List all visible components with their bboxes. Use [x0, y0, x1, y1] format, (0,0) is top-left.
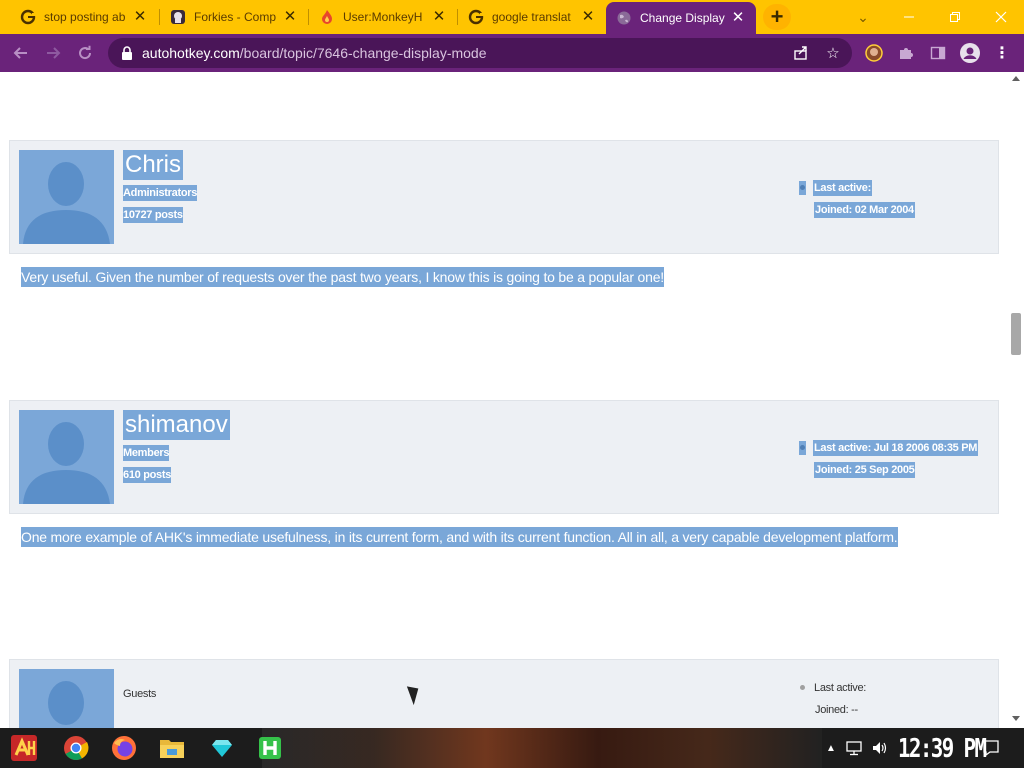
- taskbar-background: [262, 728, 822, 768]
- file-explorer-icon[interactable]: [152, 732, 192, 764]
- back-button[interactable]: [8, 40, 34, 66]
- user-group: Guests: [123, 688, 157, 700]
- close-tab-icon[interactable]: ✕: [132, 9, 148, 25]
- minimize-button[interactable]: [886, 0, 932, 34]
- tab-user-monkey[interactable]: User:MonkeyH ✕: [309, 0, 457, 34]
- tab-search-icon[interactable]: ⌄: [840, 0, 886, 34]
- user-group: Members: [123, 445, 170, 461]
- last-active: Last active:: [814, 682, 867, 694]
- google-icon: [20, 9, 36, 25]
- tab-change-display[interactable]: Change Display ✕: [606, 2, 756, 34]
- address-bar[interactable]: autohotkey.com/board/topic/7646-change-d…: [108, 38, 852, 68]
- bookmark-star-icon[interactable]: ☆: [824, 44, 842, 62]
- url-text: autohotkey.com/board/topic/7646-change-d…: [142, 45, 487, 61]
- new-tab-button[interactable]: +: [763, 4, 791, 30]
- username-link[interactable]: shimanov: [123, 410, 230, 440]
- close-tab-icon[interactable]: ✕: [580, 9, 596, 25]
- tab-title: stop posting ab: [44, 10, 126, 24]
- page-content: Chris Administrators 10727 posts Last ac…: [0, 72, 1008, 728]
- default-avatar[interactable]: [19, 669, 114, 728]
- post-author-card: shimanov Members 610 posts Last active: …: [9, 400, 999, 514]
- windows-taskbar: ▲ 12:39 PM: [0, 728, 1024, 768]
- close-tab-icon[interactable]: ✕: [282, 9, 298, 25]
- network-icon[interactable]: [844, 728, 864, 768]
- scroll-up-icon[interactable]: [1012, 76, 1020, 81]
- post-body-text: Very useful. Given the number of request…: [21, 267, 664, 287]
- restore-button[interactable]: [932, 0, 978, 34]
- url-host: autohotkey.com: [142, 45, 240, 61]
- close-window-button[interactable]: [978, 0, 1024, 34]
- notifications-icon[interactable]: [980, 728, 1002, 768]
- post-count: 10727 posts: [123, 207, 183, 223]
- user-group: Administrators: [123, 185, 198, 201]
- last-active: Last active: Jul 18 2006 08:35 PM: [813, 440, 979, 456]
- google-icon: [468, 9, 484, 25]
- tray-overflow-icon[interactable]: ▲: [824, 728, 838, 768]
- tab-stop-posting[interactable]: stop posting ab ✕: [10, 0, 158, 34]
- joined-date: Joined: --: [815, 704, 858, 716]
- chrome-icon[interactable]: [56, 732, 96, 764]
- gem-icon[interactable]: [202, 732, 242, 764]
- close-tab-icon[interactable]: ✕: [431, 9, 447, 25]
- tab-title: google translat: [492, 10, 571, 24]
- scrollbar-thumb[interactable]: [1011, 313, 1021, 355]
- ahk-icon[interactable]: [4, 732, 44, 764]
- joined-date: Joined: 02 Mar 2004: [814, 202, 915, 218]
- status-dot-icon: [799, 681, 806, 695]
- browser-toolbar: autohotkey.com/board/topic/7646-change-d…: [0, 34, 1024, 72]
- browser-menu-icon[interactable]: ⋮: [992, 43, 1012, 63]
- forward-button[interactable]: [40, 40, 66, 66]
- reload-button[interactable]: [72, 40, 98, 66]
- h-app-icon[interactable]: [250, 732, 290, 764]
- status-dot-icon: [799, 441, 806, 455]
- tab-google-translate[interactable]: google translat ✕: [458, 0, 606, 34]
- side-panel-icon[interactable]: [928, 43, 948, 63]
- globe-icon: [616, 10, 632, 26]
- close-tab-icon[interactable]: ✕: [730, 10, 746, 26]
- status-dot-icon: [799, 181, 806, 195]
- tab-forkies[interactable]: Forkies - Comp ✕: [160, 0, 308, 34]
- post-author-card: Chris Administrators 10727 posts Last ac…: [9, 140, 999, 254]
- volume-icon[interactable]: [870, 728, 890, 768]
- default-avatar[interactable]: [19, 150, 114, 244]
- forkies-icon: [170, 9, 186, 25]
- tab-title: Change Display: [640, 11, 725, 25]
- share-icon[interactable]: [792, 44, 810, 62]
- flame-icon: [319, 9, 335, 25]
- last-active: Last active:: [813, 180, 872, 196]
- default-avatar[interactable]: [19, 410, 114, 504]
- joined-date: Joined: 25 Sep 2005: [814, 462, 916, 478]
- account-avatar-icon[interactable]: [960, 43, 980, 63]
- post-count: 610 posts: [123, 467, 172, 483]
- tab-strip: stop posting ab ✕ Forkies - Comp ✕ User:…: [0, 0, 1024, 34]
- post-author-card: Guests Last active: Joined: --: [9, 659, 999, 728]
- taskbar-clock[interactable]: 12:39 PM: [898, 734, 987, 764]
- scroll-down-icon[interactable]: [1012, 716, 1020, 721]
- username-link[interactable]: Chris: [123, 150, 184, 180]
- firefox-icon[interactable]: [104, 732, 144, 764]
- url-path: /board/topic/7646-change-display-mode: [239, 45, 487, 61]
- tab-title: User:MonkeyH: [343, 10, 423, 24]
- lock-icon[interactable]: [112, 46, 142, 60]
- tab-title: Forkies - Comp: [194, 10, 277, 24]
- page-scrollbar[interactable]: [1008, 72, 1024, 728]
- profile-extension-icon[interactable]: [864, 43, 884, 63]
- extensions-puzzle-icon[interactable]: [896, 43, 916, 63]
- post-body-text: One more example of AHK's immediate usef…: [21, 527, 898, 547]
